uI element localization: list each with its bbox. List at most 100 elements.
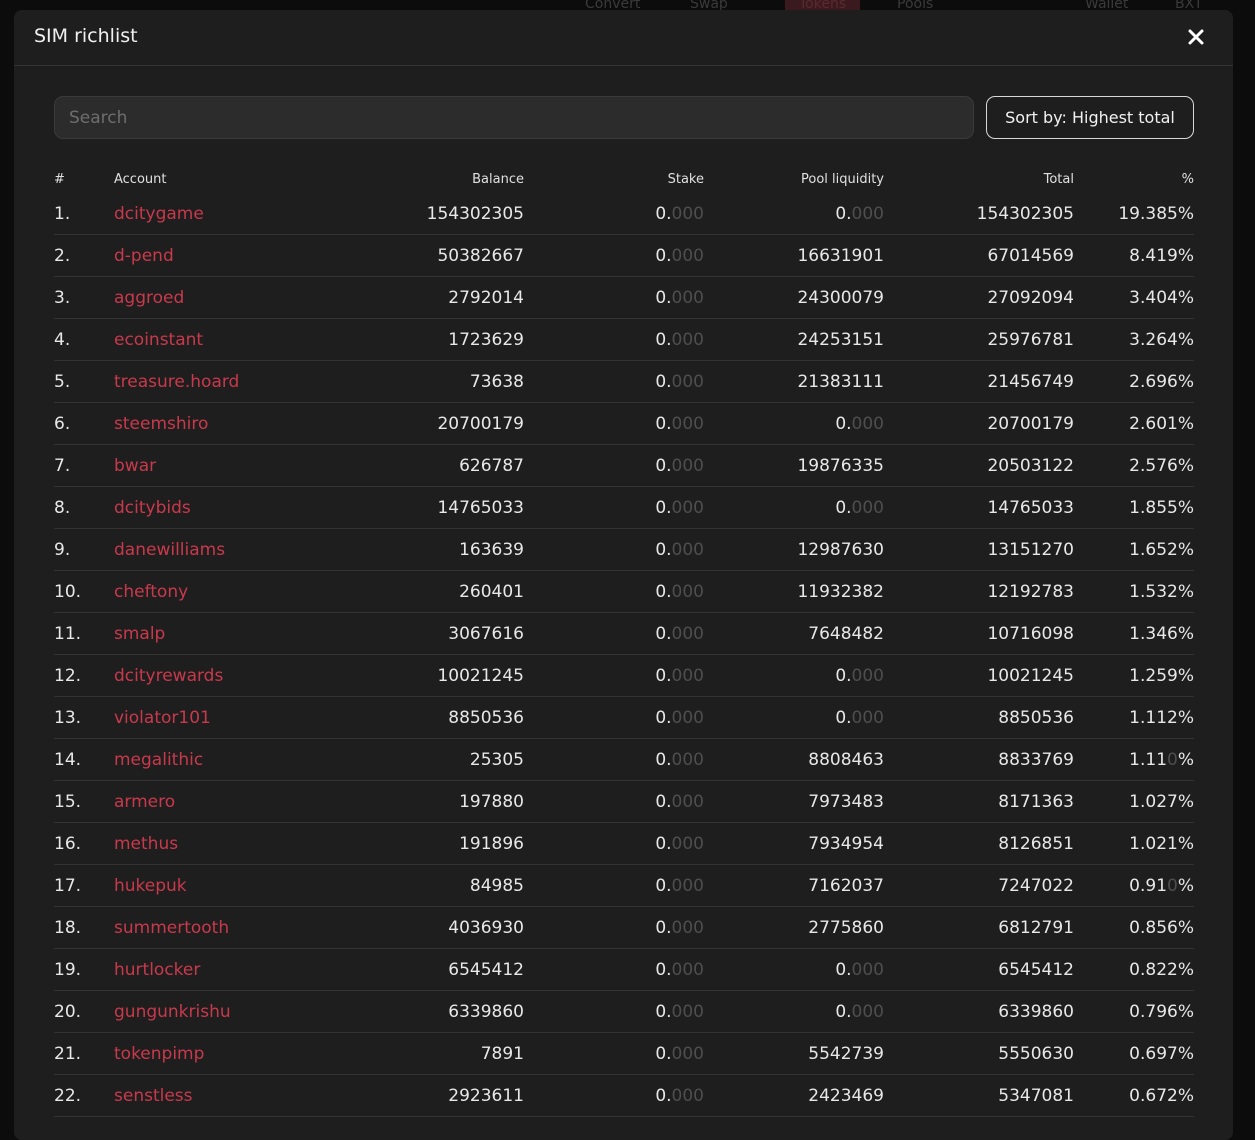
pool-liquidity-decimals: 000	[851, 959, 884, 980]
rank-cell: 20.	[54, 990, 114, 1033]
pool-liquidity-integer: 0.	[835, 497, 852, 518]
percent-value: 0.697	[1129, 1043, 1178, 1064]
sort-button[interactable]: Sort by: Highest total	[986, 96, 1194, 139]
account-link[interactable]: cheftony	[114, 582, 188, 602]
stake-integer: 0.	[655, 287, 672, 308]
rank-cell: 11.	[54, 612, 114, 655]
percent-value: 2.576	[1129, 455, 1178, 476]
percent-sign: %	[1177, 497, 1194, 518]
balance-cell: 73638	[334, 360, 524, 403]
percent-cell: 3.404%	[1074, 276, 1194, 319]
rank-cell: 22.	[54, 1074, 114, 1117]
balance-cell: 2792014	[334, 276, 524, 319]
stake-integer: 0.	[655, 1001, 672, 1022]
stake-decimals: 000	[671, 287, 704, 308]
account-link[interactable]: senstless	[114, 1086, 193, 1106]
table-row: 7. bwar 626787 0.000 19876335 20503122 2.576%	[54, 444, 1194, 487]
account-cell: senstless	[114, 1074, 334, 1117]
stake-decimals: 000	[671, 371, 704, 392]
balance-cell: 626787	[334, 444, 524, 487]
percent-cell: 1.652%	[1074, 528, 1194, 571]
account-link[interactable]: summertooth	[114, 918, 229, 938]
table-row: 3. aggroed 2792014 0.000 24300079 27092094 3.4…	[54, 276, 1194, 319]
account-cell: hurtlocker	[114, 948, 334, 991]
account-link[interactable]: violator101	[114, 708, 211, 728]
rank-cell: 14.	[54, 738, 114, 781]
stake-cell: 0.000	[524, 444, 704, 487]
stake-integer: 0.	[655, 245, 672, 266]
account-link[interactable]: hukepuk	[114, 876, 187, 896]
richlist-table: # Account Balance Stake Pool liquidity T…	[54, 165, 1194, 1117]
percent-sign: %	[1177, 413, 1194, 434]
stake-decimals: 000	[671, 917, 704, 938]
account-link[interactable]: treasure.hoard	[114, 372, 239, 392]
column-header-percent[interactable]: %	[1074, 165, 1194, 193]
account-cell: ecoinstant	[114, 318, 334, 361]
account-link[interactable]: methus	[114, 834, 178, 854]
stake-decimals: 000	[671, 581, 704, 602]
balance-cell: 84985	[334, 864, 524, 907]
table-row: 9. danewilliams 163639 0.000 12987630 1315127…	[54, 528, 1194, 571]
account-link[interactable]: gungunkrishu	[114, 1002, 231, 1022]
rank-cell: 3.	[54, 276, 114, 319]
balance-cell: 50382667	[334, 234, 524, 277]
percent-cell: 1.027%	[1074, 780, 1194, 823]
column-header-stake[interactable]: Stake	[524, 165, 704, 193]
account-link[interactable]: smalp	[114, 624, 165, 644]
percent-sign: %	[1177, 707, 1194, 728]
account-link[interactable]: tokenpimp	[114, 1044, 204, 1064]
pool-liquidity-cell: 0.000	[704, 193, 884, 235]
percent-sign: %	[1177, 749, 1194, 770]
pool-liquidity-cell: 0.000	[704, 654, 884, 697]
account-link[interactable]: aggroed	[114, 288, 184, 308]
stake-cell: 0.000	[524, 822, 704, 865]
account-link[interactable]: dcitybids	[114, 498, 191, 518]
search-input[interactable]	[54, 96, 974, 139]
total-cell: 14765033	[884, 486, 1074, 529]
account-link[interactable]: hurtlocker	[114, 960, 200, 980]
account-link[interactable]: megalithic	[114, 750, 203, 770]
pool-liquidity-decimals: 000	[851, 497, 884, 518]
percent-value: 1.532	[1129, 581, 1178, 602]
account-link[interactable]: armero	[114, 792, 175, 812]
pool-liquidity-cell: 16631901	[704, 234, 884, 277]
account-link[interactable]: bwar	[114, 456, 156, 476]
column-header-total[interactable]: Total	[884, 165, 1074, 193]
account-cell: d-pend	[114, 234, 334, 277]
pool-liquidity-cell: 7934954	[704, 822, 884, 865]
account-link[interactable]: dcitygame	[114, 204, 204, 224]
account-cell: steemshiro	[114, 402, 334, 445]
account-cell: aggroed	[114, 276, 334, 319]
total-cell: 8850536	[884, 696, 1074, 739]
account-link[interactable]: steemshiro	[114, 414, 208, 434]
percent-sign: %	[1177, 959, 1194, 980]
balance-cell: 8850536	[334, 696, 524, 739]
percent-value: 0.796	[1129, 1001, 1178, 1022]
pool-liquidity-integer: 0.	[835, 203, 852, 224]
pool-liquidity-integer: 2775860	[808, 917, 884, 938]
rank-cell: 19.	[54, 948, 114, 991]
account-link[interactable]: ecoinstant	[114, 330, 203, 350]
column-header-rank[interactable]: #	[54, 165, 114, 193]
percent-value: 1.259	[1129, 665, 1178, 686]
pool-liquidity-cell: 21383111	[704, 360, 884, 403]
column-header-balance[interactable]: Balance	[334, 165, 524, 193]
total-cell: 13151270	[884, 528, 1074, 571]
percent-value: 1.652	[1129, 539, 1178, 560]
account-link[interactable]: d-pend	[114, 246, 174, 266]
balance-cell: 191896	[334, 822, 524, 865]
percent-sign: %	[1177, 203, 1194, 224]
rank-cell: 6.	[54, 402, 114, 445]
table-row: 21. tokenpimp 7891 0.000 5542739 5550630 0.697…	[54, 1032, 1194, 1075]
total-cell: 6812791	[884, 906, 1074, 949]
table-header-row: # Account Balance Stake Pool liquidity T…	[54, 165, 1194, 193]
stake-decimals: 000	[671, 833, 704, 854]
column-header-pool-liquidity[interactable]: Pool liquidity	[704, 165, 884, 193]
close-button[interactable]	[1181, 22, 1211, 52]
account-link[interactable]: danewilliams	[114, 540, 225, 560]
table-row: 8. dcitybids 14765033 0.000 0.000 14765033 1.8…	[54, 486, 1194, 529]
stake-decimals: 000	[671, 749, 704, 770]
total-cell: 6545412	[884, 948, 1074, 991]
account-link[interactable]: dcityrewards	[114, 666, 223, 686]
column-header-account[interactable]: Account	[114, 165, 334, 193]
